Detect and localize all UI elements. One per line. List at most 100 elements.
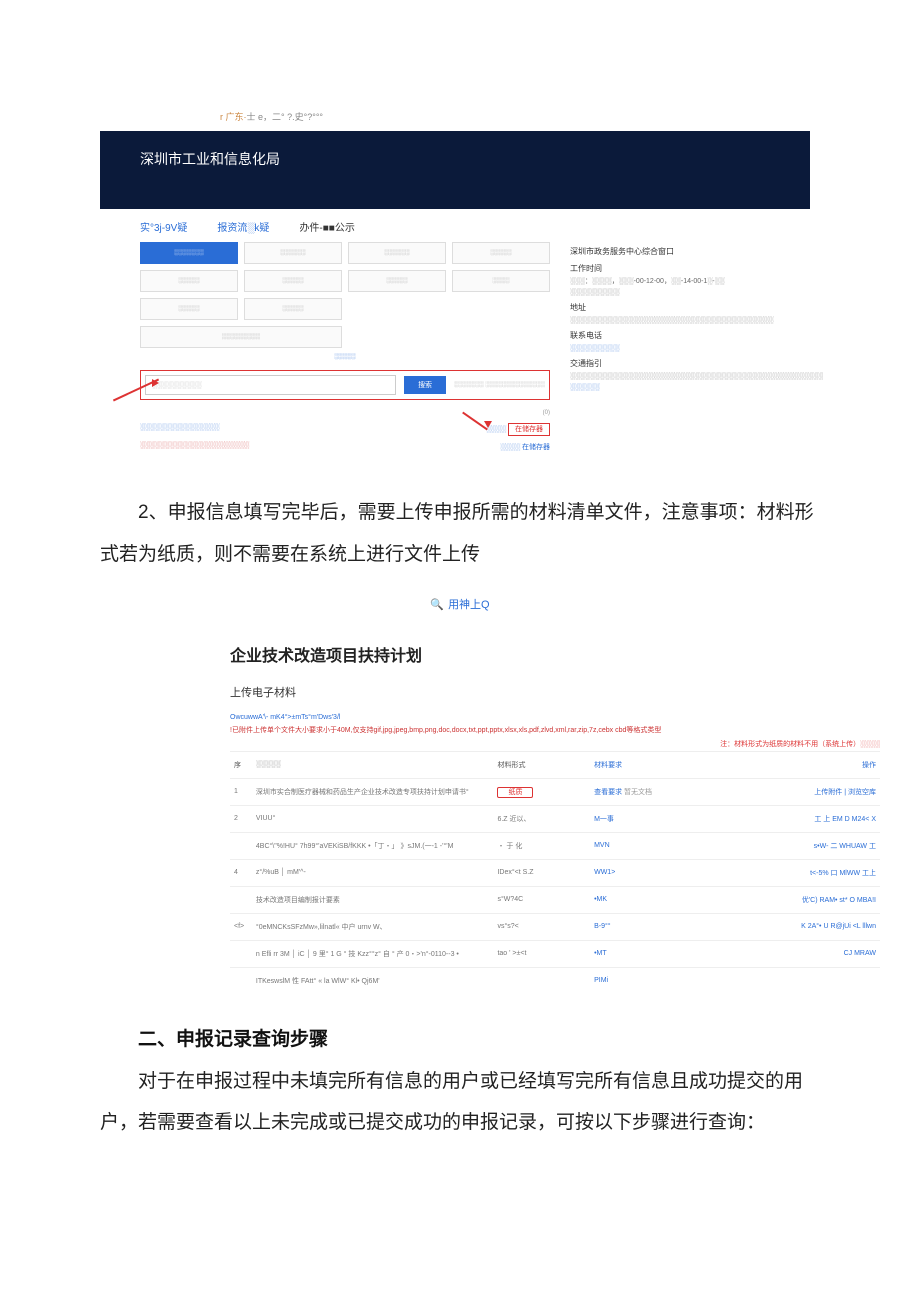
table-row: 2 VIUU° 6.Z 近以、 M一事 工 上 EM D M24< X — [230, 805, 880, 832]
filter-btn[interactable]: ░░░░░ — [244, 270, 342, 292]
crumb-prefix: r 广东· — [220, 112, 247, 122]
step-2-paragraph: 2、申报信息填写完毕后，需要上传申报所需的材料清单文件，注意事项：材料形式若为纸… — [100, 492, 820, 576]
tab-row: 实°3j-9V疑 报资流░k疑 办件-■■公示 — [140, 219, 770, 234]
cell-req[interactable]: B-9°° — [590, 913, 699, 940]
cell-form: 6.Z 近以、 — [493, 805, 590, 832]
table-row: ITKeswslM 性 FAtt° « la WlW° Kl• Qj6M' PI… — [230, 967, 880, 994]
cell-op[interactable]: CJ MRAW — [699, 940, 880, 967]
cell-idx: 1 — [230, 778, 252, 805]
info-hours: ░░░：░░░░，░░░-00-12-00，░░-14-00-1░-░░ ░░░… — [570, 276, 770, 298]
form-pill-paper: 纸质 — [497, 787, 533, 798]
cell-name: n Efli rr 3M │ iC │ 9 里° 1 G ° 技 Kzz°°z°… — [252, 940, 494, 967]
save-box-button[interactable]: 在储存器 — [508, 423, 550, 436]
th-form: 材料形式 — [493, 751, 590, 778]
search-hint-text: 用神上Q — [448, 599, 490, 611]
info-sidebar: 深圳市政务服务中心综合窗口 工作时间 ░░░：░░░░，░░░-00-12-00… — [570, 242, 770, 452]
th-req: 材料要求 — [590, 751, 699, 778]
table-row: n Efli rr 3M │ iC │ 9 里° 1 G ° 技 Kzz°°z°… — [230, 940, 880, 967]
cell-op[interactable]: K 2A°• U R@jUi <L lllwn — [699, 913, 880, 940]
filter-btn[interactable]: ░░░░░░ — [244, 242, 342, 264]
cell-form: s°W?4C — [493, 886, 590, 913]
tab-1[interactable]: 实°3j-9V疑 — [140, 219, 187, 234]
cell-form: 纸质 — [493, 778, 590, 805]
cell-req[interactable]: PIMi — [590, 967, 699, 994]
annotation-arrow-1 — [111, 381, 161, 401]
cell-op[interactable]: 工 上 EM D M24< X — [699, 805, 880, 832]
action-links-2[interactable]: ░░░░ 在储存器 — [500, 442, 550, 452]
info-transit-label: 交通指引 — [570, 358, 770, 371]
table-row: 4 z°/%uB │ mM'^- IDex°<t S.Z WW1> t<-5% … — [230, 859, 880, 886]
crumb-rest: 士 e，二° ?.史°?°°° — [247, 112, 324, 122]
search-hint-row: 用神上Q — [100, 596, 820, 612]
filter-btn[interactable]: ░░░░░ — [140, 298, 238, 320]
cell-form — [493, 967, 590, 994]
upload-subtitle: 上传电子材料 — [230, 684, 880, 700]
info-transit: ░░░░░░░░░░░░░░░░░░░░░░░░░░░░░░░░░░░░░░░░… — [570, 371, 770, 382]
info-hours-label: 工作时间 — [570, 263, 770, 276]
req-link[interactable]: 查看要求 — [594, 789, 622, 796]
search-row: ░░░░░░░░░░ 搜索 ░░░░░░░ ░░░░░░░░░░░░░░ — [140, 370, 550, 400]
cell-req[interactable]: WW1> — [590, 859, 699, 886]
th-name: ░░░░░ — [252, 751, 494, 778]
cell-op[interactable]: 优'C) RAM• st* O MBA!I — [699, 886, 880, 913]
checkbox-label[interactable]: ░░░░░░░ ░░░░░░░░░░░░░░ — [454, 382, 545, 388]
cell-idx — [230, 886, 252, 913]
table-row: 技术改造项目编制报计要素 s°W?4C •MK 优'C) RAM• st* O … — [230, 886, 880, 913]
result-link-1[interactable]: ░░░░░░░░░░░░░░░░ — [140, 424, 219, 434]
materials-table: 序 ░░░░░ 材料形式 材料要求 操作 1 深圳市实合制医疗器械和药品生产企业… — [230, 751, 880, 994]
cell-req[interactable]: •MT — [590, 940, 699, 967]
filter-btn[interactable]: ░░░░░ — [348, 270, 446, 292]
section-2-heading: 二、申报记录查询步骤 — [100, 1024, 820, 1051]
cell-req[interactable]: MVN — [590, 832, 699, 859]
filter-btn[interactable]: ░░░░░ — [140, 270, 238, 292]
cell-op[interactable]: t<-5% 口 MlWW 工上 — [699, 859, 880, 886]
filter-btn[interactable]: ░░░░░░ — [348, 242, 446, 264]
cell-req[interactable]: M一事 — [590, 805, 699, 832]
cell-form: vs°s?< — [493, 913, 590, 940]
cell-name: VIUU° — [252, 805, 494, 832]
upload-meta2: !已附件上传单个文件大小要求小于40M,仅支持gif,jpg,jpeg,bmp,… — [230, 725, 880, 735]
filter-btn-long[interactable]: ░░░░░░░░░ — [140, 326, 342, 348]
info-more-link[interactable]: ░░░░░░ — [570, 382, 770, 393]
info-address: ░░░░░░░░░░░░░░░░░░░░░░░░░░░░░░░░░░░░░░░░… — [570, 315, 770, 326]
info-phone-label: 联系电话 — [570, 330, 770, 343]
plan-title: 企业技术改造项目扶持计划 — [230, 642, 880, 666]
info-phone: ░░░░░░░░░░ — [570, 343, 770, 354]
table-row: <f> °0eMNCKsSFzMw»,lilnatl« 中户 urnv W、 v… — [230, 913, 880, 940]
filter-button-grid: ░░░░░░░ ░░░░░░ ░░░░░░ ░░░░░ ░░░░░ ░░░░░ … — [140, 242, 550, 320]
th-op: 操作 — [699, 751, 880, 778]
cell-op: 上传附件 | 浏览空库 — [699, 778, 880, 805]
cell-idx — [230, 940, 252, 967]
cell-req[interactable]: •MK — [590, 886, 699, 913]
cell-form: IDex°<t S.Z — [493, 859, 590, 886]
cell-op[interactable]: s•W- 二 WHUAW 工 — [699, 832, 880, 859]
mid-link[interactable]: ░░░░░ — [140, 354, 550, 360]
filter-btn[interactable]: ░░░░ — [452, 270, 550, 292]
tab-3[interactable]: 办件-■■公示 — [299, 219, 354, 234]
search-button[interactable]: 搜索 — [404, 376, 446, 394]
screenshot-upload-materials: 企业技术改造项目扶持计划 上传电子材料 OwcuwwA'\- mK4°>±mTs… — [230, 642, 880, 994]
breadcrumb-fragment: r 广东·士 e，二° ?.史°?°°° — [220, 110, 820, 123]
cell-name: 技术改造项目编制报计要素 — [252, 886, 494, 913]
search-input[interactable]: ░░░░░░░░░░ — [145, 375, 396, 395]
cell-op[interactable] — [699, 967, 880, 994]
filter-btn[interactable]: ░░░░░ — [244, 298, 342, 320]
filter-btn-active[interactable]: ░░░░░░░ — [140, 242, 238, 264]
cell-idx — [230, 967, 252, 994]
upload-link[interactable]: 上传附件 | 浏览空库 — [814, 789, 876, 796]
upload-meta1: OwcuwwA'\- mK4°>±mTs°m′Dws′3/l — [230, 714, 880, 721]
section-2-paragraph: 对于在申报过程中未填完所有信息的用户或已经填写完所有信息且成功提交的用户，若需要… — [100, 1061, 820, 1145]
cell-req: 查看要求 暂无文档 — [590, 778, 699, 805]
cell-form: tao ' >±<t — [493, 940, 590, 967]
info-title: 深圳市政务服务中心综合窗口 — [570, 246, 770, 259]
cell-idx: 4 — [230, 859, 252, 886]
cell-name: 4BC°\"%!HU° 7h99°'aVEKiSB/fKKK •「丁・」 》sJ… — [252, 832, 494, 859]
result-link-2[interactable]: ░░░░░░░░░░░░░░░░░░░░░░ — [140, 442, 249, 452]
tab-2[interactable]: 报资流░k疑 — [217, 219, 269, 234]
filter-btn[interactable]: ░░░░░ — [452, 242, 550, 264]
cell-form: ・ 于 化 — [493, 832, 590, 859]
cell-name: ITKeswslM 性 FAtt° « la WlW° Kl• Qj6M' — [252, 967, 494, 994]
site-banner: 深圳市工业和信息化局 — [100, 131, 810, 209]
annotation-arrow-2 — [460, 412, 490, 428]
cell-name: 深圳市实合制医疗器械和药品生产企业技术改造专项扶持计划申请书° — [252, 778, 494, 805]
